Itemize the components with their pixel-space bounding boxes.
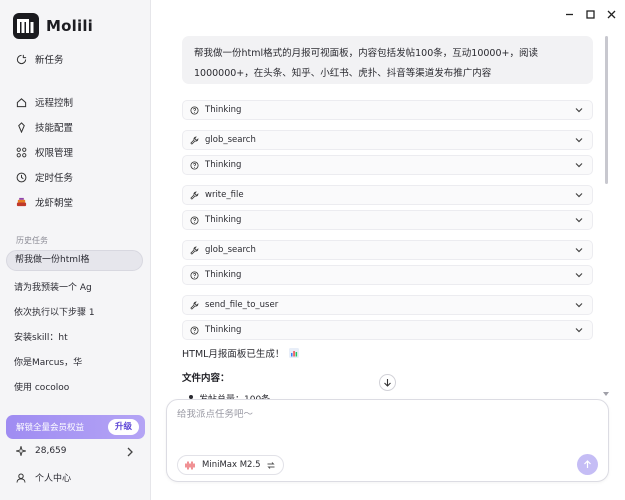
tool-icon [190,136,199,145]
remote-icon [16,97,27,107]
minimax-logo-icon [185,460,195,470]
chevron-down-icon[interactable] [575,162,583,168]
thinking-step[interactable]: Thinking [182,100,593,120]
new-task-icon [16,54,27,64]
nav-remote-control[interactable]: 远程控制 [16,94,73,110]
step-label: Thinking [205,215,242,225]
history-item[interactable]: 使用 cocoloo [14,380,142,393]
chevron-down-icon[interactable] [575,217,583,223]
profile-link[interactable]: 个人中心 [16,471,71,484]
history-item[interactable]: 请为我预装一个 Ag [14,280,142,293]
scroll-to-bottom-button[interactable] [379,374,396,391]
result-text: HTML月报面板已生成！ [182,349,285,360]
app-logo [13,13,39,39]
thinking-icon [190,270,199,280]
tool-icon [190,301,199,310]
arrow-down-icon [384,379,391,387]
profile-label: 个人中心 [35,474,72,484]
step-label: glob_search [205,135,256,145]
credits-display[interactable]: 28,659 [16,446,67,456]
chevron-down-icon[interactable] [575,327,583,333]
app-name: Molili [46,17,93,35]
tool-icon [190,246,199,255]
step-label: Thinking [205,325,242,335]
permission-icon [16,147,27,157]
user-icon [16,473,26,483]
nav-label: 远程控制 [35,98,74,109]
history-item[interactable]: 依次执行以下步骤 1 [14,305,142,318]
nav-lobster-court[interactable]: 龙虾朝堂 [16,194,73,210]
task-input[interactable] [177,409,597,420]
step-label: send_file_to_user [205,300,279,310]
composer: MiniMax M2.5 [166,399,609,482]
new-task-label: 新任务 [35,55,64,66]
sparkle-icon [16,446,26,456]
tool-step[interactable]: write_file [182,185,593,205]
nav-permission[interactable]: 权限管理 [16,144,73,160]
step-label: Thinking [205,270,242,280]
new-task-button[interactable]: 新任务 [16,51,64,67]
thinking-step[interactable]: Thinking [182,265,593,285]
chat-area: 帮我做一份html格式的月报可视面板，内容包括发帖100条，互动10000+，阅… [151,0,625,500]
thinking-step[interactable]: Thinking [182,320,593,340]
history-item[interactable]: 你是Marcus，华 [14,355,142,368]
step-label: glob_search [205,245,256,255]
credits-value: 28,659 [35,446,67,456]
chevron-down-icon[interactable] [575,107,583,113]
history-section-label: 历史任务 [16,236,48,245]
lobster-icon [16,197,27,206]
nav-scheduled[interactable]: 定时任务 [16,169,73,185]
chevron-down-icon[interactable] [575,247,583,253]
model-name: MiniMax M2.5 [202,460,261,470]
thinking-icon [190,105,199,115]
membership-text: 解锁全量会员权益 [16,423,85,433]
nav-label: 技能配置 [35,123,74,134]
result-message: HTML月报面板已生成！ [182,346,300,360]
skill-icon [18,121,25,133]
step-label: Thinking [205,105,242,115]
history-item[interactable]: 安装skill：ht [14,330,142,343]
chat-scrollbar[interactable] [605,36,608,184]
model-selector[interactable]: MiniMax M2.5 [177,455,284,475]
step-label: write_file [205,190,244,200]
user-message: 帮我做一份html格式的月报可视面板，内容包括发帖100条，互动10000+，阅… [182,36,593,84]
tool-step[interactable]: send_file_to_user [182,295,593,315]
file-content-heading: 文件内容： [182,373,230,384]
chevron-down-icon[interactable] [575,302,583,308]
tool-step[interactable]: glob_search [182,240,593,260]
chevron-down-icon[interactable] [575,192,583,198]
tool-icon [190,191,199,200]
chevron-down-icon[interactable] [575,272,583,278]
nav-label: 龙虾朝堂 [35,198,74,209]
clock-icon [16,172,27,182]
arrow-up-icon [584,460,591,468]
brand: Molili [13,13,93,39]
thinking-icon [190,325,199,335]
sidebar: Molili 新任务 远程控制 技能配置 权限管理 定时任务 龙虾朝堂 历史任务… [0,0,151,500]
step-label: Thinking [205,160,242,170]
thinking-step[interactable]: Thinking [182,210,593,230]
nav-label: 权限管理 [35,148,74,159]
membership-banner[interactable]: 解锁全量会员权益 升级 [6,415,145,439]
nav-skill-config[interactable]: 技能配置 [16,119,73,135]
upgrade-button[interactable]: 升级 [107,419,139,435]
chevron-right-icon[interactable] [126,447,134,457]
thinking-icon [190,160,199,170]
scroll-down-arrow[interactable] [603,392,609,396]
chart-icon [289,348,300,358]
thinking-step[interactable]: Thinking [182,155,593,175]
switch-icon [266,461,275,469]
history-item-active[interactable]: 帮我做一份html格 [6,250,143,271]
thinking-icon [190,215,199,225]
tool-step[interactable]: glob_search [182,130,593,150]
send-button[interactable] [577,454,598,475]
nav-label: 定时任务 [35,173,74,184]
chevron-down-icon[interactable] [575,137,583,143]
